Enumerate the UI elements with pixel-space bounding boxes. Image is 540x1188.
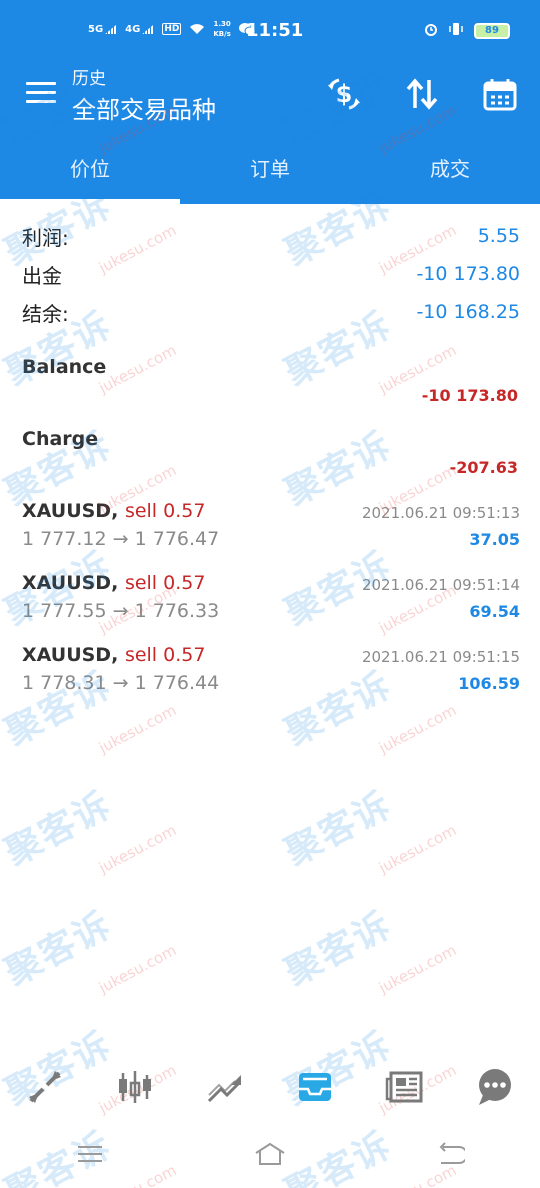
deal-prices: 1 778.31 → 1 776.44 — [22, 672, 220, 694]
deal-time: 2021.06.21 09:51:13 — [361, 504, 520, 522]
deal-row[interactable]: XAUUSD, sell 0.57 1 777.55 → 1 776.33 20… — [22, 572, 520, 636]
deal-symbol: XAUUSD, sell 0.57 — [22, 644, 206, 666]
dollar-transfer-icon[interactable]: $ — [322, 72, 366, 116]
tab-orders[interactable]: 订单 — [180, 134, 360, 204]
withdrawal-value: -10 173.80 — [416, 263, 520, 285]
status-bar: 5G 4G HD 1.30 KB/s 11:51 89 — [0, 0, 540, 62]
tab-bar: 价位 订单 成交 — [0, 134, 540, 204]
balance-row: 结余: -10 168.25 — [22, 294, 520, 330]
watermark-url: jukesu.com — [95, 701, 180, 757]
balance-value: -10 168.25 — [416, 301, 520, 323]
deal-row[interactable]: XAUUSD, sell 0.57 1 777.12 → 1 776.47 20… — [22, 500, 520, 564]
withdrawal-row: 出金 -10 173.80 — [22, 256, 520, 292]
chat-icon[interactable] — [465, 1057, 525, 1117]
withdrawal-label: 出金 — [22, 263, 62, 288]
vibrate-icon — [448, 22, 464, 39]
news-icon[interactable] — [375, 1057, 435, 1117]
trade-icon[interactable] — [195, 1057, 255, 1117]
watermark-url: jukesu.com — [375, 941, 460, 997]
deal-symbol: XAUUSD, sell 0.57 — [22, 572, 206, 594]
chart-candles-icon[interactable] — [105, 1057, 165, 1117]
balance-label: 结余: — [22, 301, 69, 326]
deal-profit: 106.59 — [458, 674, 520, 693]
bottom-nav — [0, 1054, 540, 1120]
status-right: 89 — [424, 22, 510, 39]
deal-side: sell 0.57 — [124, 644, 206, 666]
deal-prices: 1 777.12 → 1 776.47 — [22, 528, 220, 550]
app-title[interactable]: 全部交易品种 — [72, 90, 216, 125]
app-subtitle: 历史 — [72, 69, 106, 89]
watermark-text: 聚客诉 — [0, 904, 119, 994]
charge-entry-amount: -207.63 — [449, 458, 518, 477]
deal-profit: 37.05 — [469, 530, 520, 549]
wifi-icon — [189, 23, 205, 35]
signal-4g: 4G — [125, 24, 155, 35]
watermark-text: 聚客诉 — [0, 784, 119, 874]
alarm-icon — [424, 22, 438, 39]
svg-text:$: $ — [336, 80, 353, 108]
watermark-url: jukesu.com — [95, 341, 180, 397]
net-speed: 1.30 KB/s — [213, 20, 231, 38]
balance-entry-amount: -10 173.80 — [421, 386, 518, 405]
watermark-url: jukesu.com — [375, 821, 460, 877]
calendar-icon[interactable] — [478, 72, 522, 116]
profit-label: 利润: — [22, 225, 69, 250]
tab-positions[interactable]: 价位 — [0, 134, 180, 204]
profit-row: 利润: 5.55 — [22, 218, 520, 254]
deal-side: sell 0.57 — [124, 572, 206, 594]
watermark-url: jukesu.com — [375, 701, 460, 757]
battery-icon: 89 — [474, 22, 510, 39]
signal-icon — [142, 24, 155, 34]
hd-badge: HD — [162, 23, 182, 35]
deal-time: 2021.06.21 09:51:14 — [361, 576, 520, 594]
deal-row[interactable]: XAUUSD, sell 0.57 1 778.31 → 1 776.44 20… — [22, 644, 520, 708]
deal-prices: 1 777.55 → 1 776.33 — [22, 600, 220, 622]
status-left: 5G 4G HD 1.30 KB/s — [88, 20, 255, 38]
watermark-text: 聚客诉 — [278, 784, 399, 874]
recent-apps-icon[interactable] — [60, 1134, 120, 1174]
app-bar: 历史 全部交易品种 $ — [0, 62, 540, 134]
sort-icon[interactable] — [400, 72, 444, 116]
balance-entry-title[interactable]: Balance — [22, 356, 106, 378]
tab-deals[interactable]: 成交 — [360, 134, 540, 204]
watermark-url: jukesu.com — [95, 941, 180, 997]
quotes-icon[interactable] — [15, 1057, 75, 1117]
system-nav — [0, 1120, 540, 1188]
history-icon[interactable] — [285, 1057, 345, 1117]
deal-side: sell 0.57 — [124, 500, 206, 522]
deal-time: 2021.06.21 09:51:15 — [361, 648, 520, 666]
clock: 11:51 — [246, 20, 304, 41]
menu-icon[interactable] — [26, 82, 56, 106]
watermark-url: jukesu.com — [95, 821, 180, 877]
signal-icon — [105, 24, 118, 34]
signal-5g: 5G — [88, 24, 118, 35]
back-icon[interactable] — [420, 1134, 480, 1174]
charge-entry-title[interactable]: Charge — [22, 428, 98, 450]
watermark-text: 聚客诉 — [278, 904, 399, 994]
profit-value: 5.55 — [477, 225, 520, 247]
home-icon[interactable] — [240, 1134, 300, 1174]
deal-symbol: XAUUSD, sell 0.57 — [22, 500, 206, 522]
deal-profit: 69.54 — [469, 602, 520, 621]
